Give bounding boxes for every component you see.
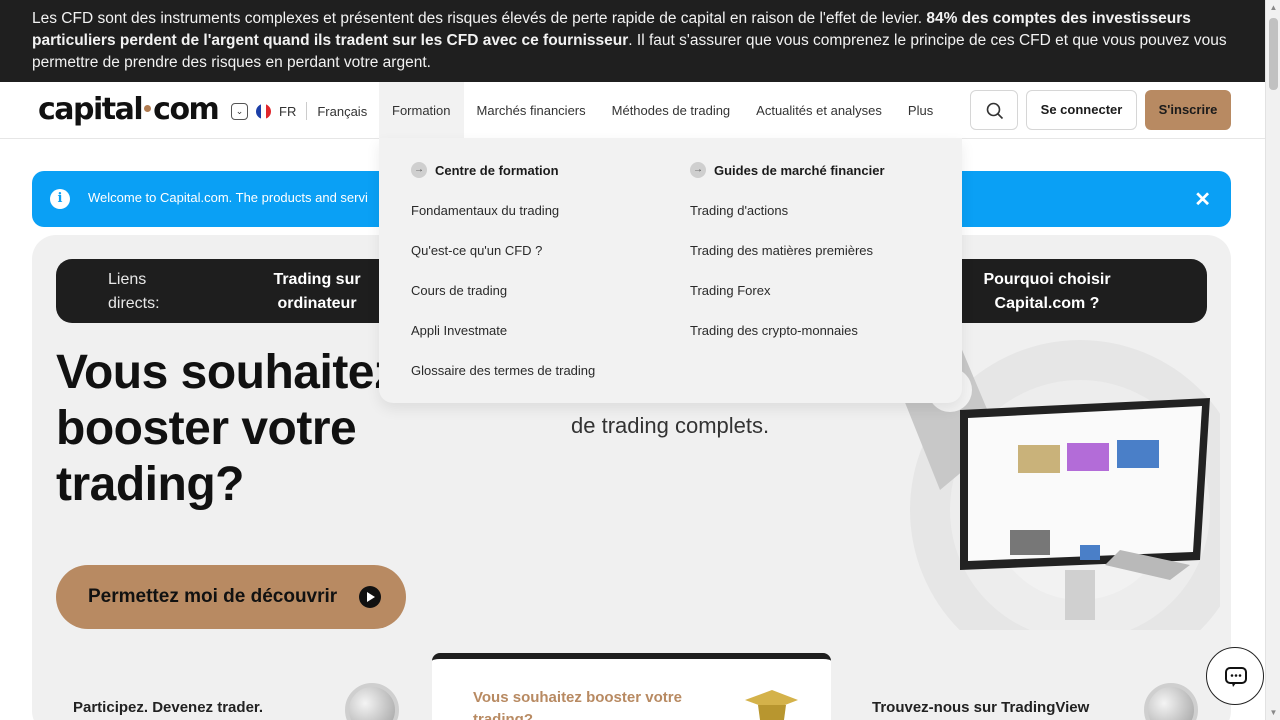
arrow-right-icon: → — [690, 162, 706, 178]
scroll-up-icon[interactable]: ▲ — [1266, 0, 1280, 15]
logo-text-right: com — [153, 92, 220, 127]
bottom-card-participate[interactable]: Participez. Devenez trader. — [73, 699, 263, 716]
menu-heading-guides-label: Guides de marché financier — [714, 162, 885, 178]
logo-text-left: capital — [38, 92, 144, 127]
chat-button[interactable] — [1206, 647, 1264, 705]
risk-text-pre: Les CFD sont des instruments complexes e… — [32, 10, 927, 27]
arrow-right-icon: → — [411, 162, 427, 178]
login-button[interactable]: Se connecter — [1026, 90, 1137, 130]
scroll-thumb[interactable] — [1269, 18, 1278, 90]
language-selector[interactable]: ⌄ FR Français — [231, 102, 367, 120]
welcome-text: Welcome to Capital.com. The products and… — [88, 190, 368, 205]
bottom-card-tradingview[interactable]: Trouvez-nous sur TradingView — [872, 699, 1089, 716]
menu-link-matieres[interactable]: Trading des matières premières — [690, 243, 873, 258]
site-header: capital com ⌄ FR Français Formation March… — [0, 82, 1265, 139]
menu-link-investmate[interactable]: Appli Investmate — [411, 323, 507, 338]
nav-item-plus[interactable]: Plus — [895, 82, 946, 139]
quick-link-desktop[interactable]: Trading sur ordinateur — [256, 268, 378, 316]
play-icon — [359, 586, 381, 608]
language-code: FR — [279, 103, 297, 119]
menu-heading-formation[interactable]: → Centre de formation — [411, 162, 559, 178]
nav-item-formation[interactable]: Formation — [379, 82, 464, 139]
language-name: Français — [317, 103, 368, 119]
nav-item-marches[interactable]: Marchés financiers — [464, 82, 599, 139]
nav-item-methodes[interactable]: Méthodes de trading — [599, 82, 744, 139]
close-icon[interactable]: ✕ — [1194, 187, 1211, 212]
menu-link-cfd[interactable]: Qu'est-ce qu'un CFD ? — [411, 243, 542, 258]
signup-button[interactable]: S'inscrire — [1145, 90, 1231, 130]
menu-heading-formation-label: Centre de formation — [435, 162, 559, 178]
risk-warning-banner: Les CFD sont des instruments complexes e… — [0, 0, 1265, 82]
search-button[interactable] — [970, 90, 1018, 130]
formation-dropdown-menu: → Centre de formation Fondamentaux du tr… — [379, 138, 962, 403]
hero-subtitle: de trading complets. — [571, 413, 770, 438]
france-flag-icon — [256, 103, 271, 119]
hero-title: Vous souhaitez booster votre trading? — [56, 346, 398, 511]
bottom-card-boost[interactable]: Vous souhaitez booster votre trading? — [473, 687, 723, 720]
discover-button-label: Permettez moi de découvrir — [88, 586, 338, 607]
menu-link-forex[interactable]: Trading Forex — [690, 283, 770, 298]
capital-logo[interactable]: capital com — [38, 92, 220, 127]
quick-links-label: Liens directs: — [108, 271, 160, 312]
menu-link-actions[interactable]: Trading d'actions — [690, 203, 788, 218]
menu-link-fondamentaux[interactable]: Fondamentaux du trading — [411, 203, 559, 218]
search-icon — [986, 102, 1004, 120]
info-icon: i — [50, 189, 70, 209]
logo-dot — [144, 105, 152, 112]
graduation-cap-icon — [745, 690, 798, 720]
discover-button[interactable]: Permettez moi de découvrir — [56, 565, 406, 629]
menu-link-cours[interactable]: Cours de trading — [411, 283, 507, 298]
main-nav: Formation Marchés financiers Méthodes de… — [379, 82, 946, 139]
quick-link-why[interactable]: Pourquoi choisir Capital.com ? — [962, 268, 1132, 316]
menu-link-crypto[interactable]: Trading des crypto-monnaies — [690, 323, 858, 338]
menu-link-glossaire[interactable]: Glossaire des termes de trading — [411, 363, 595, 378]
page-scrollbar[interactable]: ▲ ▼ — [1265, 0, 1280, 720]
divider — [306, 102, 308, 120]
chat-icon — [1225, 667, 1247, 687]
scroll-down-icon[interactable]: ▼ — [1266, 705, 1280, 720]
nav-item-actualites[interactable]: Actualités et analyses — [743, 82, 895, 139]
chevron-down-icon[interactable]: ⌄ — [231, 102, 248, 120]
menu-heading-guides[interactable]: → Guides de marché financier — [690, 162, 885, 178]
